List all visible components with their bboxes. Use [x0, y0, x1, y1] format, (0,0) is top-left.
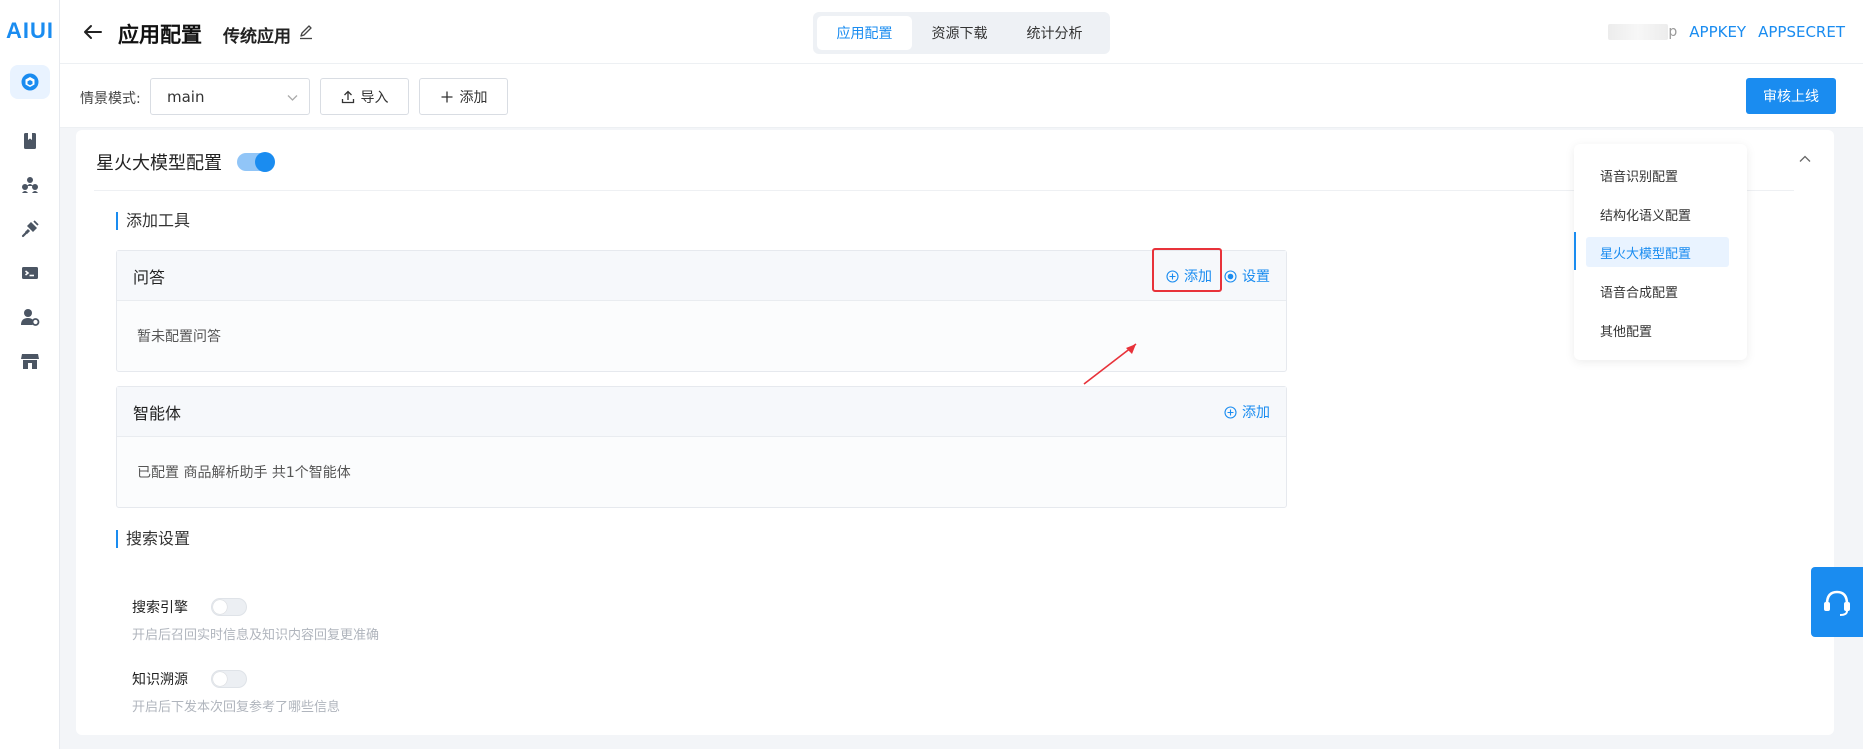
search-settings-heading: 搜索设置 — [116, 530, 190, 548]
agent-block-body: 已配置 商品解析助手 共1个智能体 — [137, 465, 351, 481]
agent-tool-block: 智能体 添加 已配置 商品解析助手 共1个智能体 — [116, 386, 1287, 508]
headset-icon — [1824, 590, 1850, 616]
add-scene-button[interactable]: 添加 — [419, 78, 508, 115]
book-icon — [24, 133, 36, 149]
rail-item-plugin[interactable] — [10, 212, 50, 246]
customer-support-button[interactable] — [1811, 567, 1863, 637]
top-tab-group: 应用配置 资源下载 统计分析 — [813, 12, 1110, 54]
app-cube-icon — [21, 73, 39, 91]
plus-circle-icon — [1224, 405, 1237, 419]
anchor-active-bar — [1574, 232, 1576, 270]
scene-mode-label: 情景模式: — [80, 91, 141, 107]
qa-settings-button[interactable]: 设置 — [1224, 266, 1270, 286]
left-rail: AIUI — [0, 0, 60, 749]
qa-settings-label: 设置 — [1242, 269, 1270, 285]
team-icon — [22, 177, 38, 193]
spark-section-title: 星火大模型配置 — [96, 153, 222, 174]
agent-add-button[interactable]: 添加 — [1224, 402, 1270, 422]
page-title: 应用配置 — [118, 23, 202, 47]
user-settings-icon — [21, 309, 40, 326]
edit-icon[interactable] — [298, 24, 314, 40]
scene-toolbar: 情景模式: main 导入 添加 审核上线 — [60, 64, 1863, 128]
card-divider — [94, 190, 1794, 191]
search-engine-desc: 开启后召回实时信息及知识内容回复更准确 — [132, 628, 380, 643]
knowledge-trace-desc: 开启后下发本次回复参考了哪些信息 — [132, 700, 341, 715]
spark-enable-toggle[interactable] — [237, 152, 275, 172]
search-engine-switch[interactable] — [211, 598, 247, 616]
agent-add-label: 添加 — [1242, 405, 1270, 421]
search-engine-label: 搜索引擎 — [132, 600, 188, 616]
agent-actions: 添加 — [1224, 387, 1270, 437]
import-label: 导入 — [360, 89, 389, 106]
anchor-nav-panel: 语音识别配置 结构化语义配置 星火大模型配置 语音合成配置 其他配置 — [1574, 144, 1747, 360]
add-scene-label: 添加 — [459, 89, 488, 106]
qa-add-button[interactable]: 添加 — [1152, 248, 1222, 292]
settings-radio-icon — [1224, 269, 1237, 283]
red-highlight-box — [1152, 248, 1222, 292]
anchor-item-asr[interactable]: 语音识别配置 — [1586, 160, 1729, 190]
scene-mode-select[interactable]: main — [150, 78, 310, 115]
plus-icon — [441, 91, 452, 102]
masked-id-suffix: p — [1668, 24, 1678, 40]
store-icon — [21, 354, 39, 369]
knowledge-trace-label: 知识溯源 — [132, 672, 188, 688]
appkey-link[interactable]: APPKEY — [1689, 23, 1746, 41]
qa-title: 问答 — [133, 267, 166, 287]
rail-item-terminal[interactable] — [10, 256, 50, 290]
agent-block-header: 智能体 添加 — [117, 387, 1286, 437]
aiui-logo: AIUI — [6, 18, 54, 43]
app-name: 传统应用 — [223, 27, 291, 47]
tab-app-config[interactable]: 应用配置 — [817, 16, 912, 50]
back-arrow-icon[interactable] — [82, 21, 104, 43]
rail-item-app[interactable] — [10, 65, 50, 99]
anchor-item-spark[interactable]: 星火大模型配置 — [1586, 237, 1729, 267]
review-publish-button[interactable]: 审核上线 — [1746, 78, 1836, 114]
import-button[interactable]: 导入 — [320, 78, 409, 115]
plugin-icon — [21, 220, 39, 238]
masked-id-blur — [1608, 24, 1669, 40]
red-annotation-arrow — [1083, 343, 1137, 385]
masked-app-id: p — [1608, 24, 1677, 40]
chevron-down-icon — [287, 95, 298, 101]
rail-item-team[interactable] — [10, 168, 50, 202]
rail-item-store[interactable] — [10, 344, 50, 378]
chevron-up-icon[interactable] — [1798, 152, 1812, 166]
rail-item-user-settings[interactable] — [10, 300, 50, 334]
add-tools-heading: 添加工具 — [116, 212, 190, 230]
terminal-icon — [22, 267, 38, 279]
agent-title: 智能体 — [133, 403, 182, 423]
knowledge-trace-switch[interactable] — [211, 670, 247, 688]
tab-resource-download[interactable]: 资源下载 — [912, 16, 1007, 50]
rail-item-docs[interactable] — [10, 124, 50, 158]
spark-config-card: 星火大模型配置 添加工具 问答 添加 设置 暂未配置问答 智能体 添加 已配置 … — [76, 130, 1834, 735]
top-header: 应用配置 传统应用 应用配置 资源下载 统计分析 p APPKEY APPSEC… — [60, 0, 1863, 64]
scene-mode-value: main — [167, 87, 205, 106]
header-right: p APPKEY APPSECRET — [1608, 23, 1845, 41]
anchor-item-nlu[interactable]: 结构化语义配置 — [1586, 199, 1729, 229]
tab-statistics[interactable]: 统计分析 — [1007, 16, 1102, 50]
anchor-item-other[interactable]: 其他配置 — [1586, 315, 1729, 345]
anchor-item-tts[interactable]: 语音合成配置 — [1586, 276, 1729, 306]
appsecret-link[interactable]: APPSECRET — [1758, 23, 1845, 41]
upload-icon — [341, 90, 354, 103]
